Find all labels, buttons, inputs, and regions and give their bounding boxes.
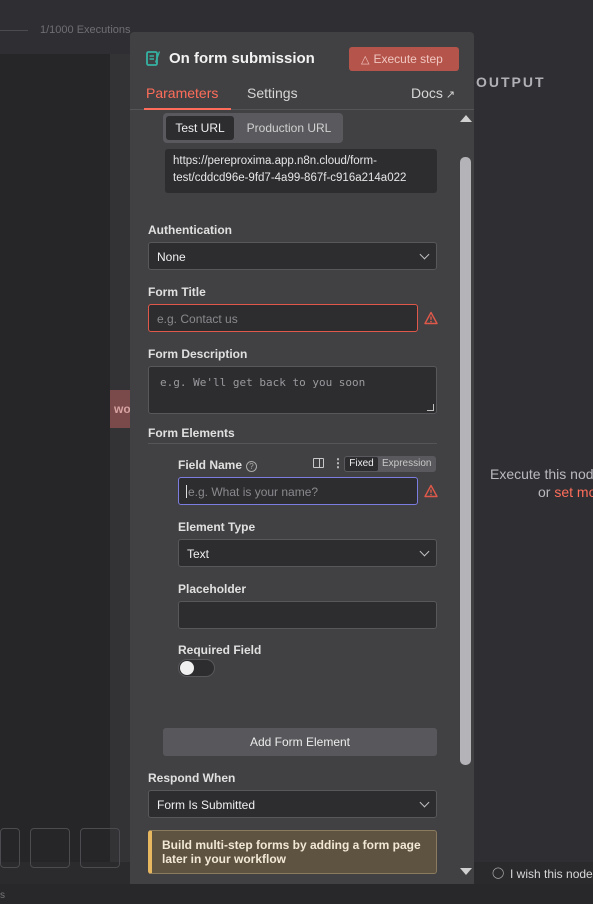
- feedback-text: I wish this node: [510, 867, 593, 881]
- field-name-label: Field Name?: [178, 458, 258, 472]
- flask-icon: △: [361, 54, 370, 66]
- webhook-url[interactable]: https://pereproxima.app.n8n.cloud/form-t…: [165, 149, 437, 193]
- bottom-bar: [0, 884, 593, 904]
- executions-progress-line: [0, 30, 28, 31]
- canvas-control-button[interactable]: [0, 828, 20, 868]
- tab-docs[interactable]: Docs ↗: [411, 85, 455, 110]
- scrollbar-thumb[interactable]: [460, 157, 471, 765]
- placeholder-label: Placeholder: [178, 582, 247, 596]
- tab-parameters[interactable]: Parameters: [144, 85, 231, 110]
- field-name-label-text: Field Name: [178, 458, 243, 472]
- output-panel: [474, 54, 593, 862]
- canvas-node[interactable]: wo: [110, 390, 130, 428]
- respond-when-select[interactable]: Form Is Submitted: [148, 790, 437, 818]
- node-title[interactable]: On form submission: [169, 50, 315, 67]
- execute-step-label: Execute step: [373, 52, 443, 66]
- fixed-mode-option[interactable]: Fixed: [345, 457, 378, 471]
- field-name-input[interactable]: e.g. What is your name?: [178, 477, 418, 505]
- respond-when-label: Respond When: [148, 771, 236, 785]
- multi-step-notice: Build multi-step forms by adding a form …: [148, 830, 437, 874]
- form-description-textarea[interactable]: e.g. We'll get back to you soon: [148, 366, 437, 414]
- form-trigger-icon: [146, 51, 160, 66]
- chevron-down-icon: [419, 249, 430, 260]
- bottom-bar-text: s: [0, 890, 5, 901]
- node-settings-panel: On form submission △ Execute step Paramet…: [130, 32, 474, 884]
- url-type-toggle: Test URL Production URL: [163, 113, 343, 143]
- parameters-scroll-area[interactable]: Test URL Production URL https://pereprox…: [130, 111, 458, 884]
- form-title-input[interactable]: e.g. Contact us: [148, 304, 418, 332]
- add-form-element-button[interactable]: Add Form Element: [163, 728, 437, 756]
- form-elements-label: Form Elements: [148, 426, 235, 440]
- respond-when-value: Form Is Submitted: [157, 798, 256, 812]
- canvas-control-button[interactable]: [30, 828, 70, 868]
- chevron-down-icon: [419, 797, 430, 808]
- element-type-value: Text: [187, 547, 210, 561]
- executions-counter: 1/1000 Executions: [40, 24, 131, 36]
- authentication-label: Authentication: [148, 223, 232, 237]
- more-options-icon[interactable]: ⋮: [332, 456, 344, 470]
- text-cursor: [186, 485, 187, 498]
- scroll-down-icon[interactable]: [460, 868, 472, 875]
- feedback-bar[interactable]: ◯ I wish this node: [474, 862, 593, 884]
- lightbulb-icon: ◯: [492, 867, 505, 879]
- form-title-label: Form Title: [148, 285, 206, 299]
- docs-label: Docs: [411, 85, 443, 101]
- tab-settings[interactable]: Settings: [247, 85, 298, 110]
- warning-icon: [424, 484, 438, 498]
- scrollbar[interactable]: [458, 111, 474, 884]
- authentication-value: None: [157, 250, 186, 264]
- external-link-icon: ↗: [445, 89, 456, 101]
- warning-icon: [424, 311, 438, 325]
- form-elements-divider: [148, 443, 437, 444]
- canvas-strip: [110, 54, 130, 862]
- execute-message-text: Execute this nod: [490, 466, 593, 482]
- field-actions: ⋮: [313, 456, 344, 471]
- form-description-label: Form Description: [148, 347, 248, 361]
- input-panel: [0, 54, 110, 862]
- scroll-up-icon[interactable]: [460, 115, 472, 122]
- execute-message-or: or: [538, 484, 555, 500]
- fixed-expression-toggle: Fixed Expression: [344, 456, 436, 472]
- field-name-placeholder: e.g. What is your name?: [188, 485, 319, 499]
- chevron-down-icon: [419, 546, 430, 557]
- test-url-option[interactable]: Test URL: [166, 116, 234, 140]
- set-mock-data-link[interactable]: set mo: [554, 484, 593, 500]
- element-type-select[interactable]: Text: [178, 539, 437, 567]
- authentication-select[interactable]: None: [148, 242, 437, 270]
- required-field-toggle[interactable]: [178, 659, 215, 677]
- panel-icon[interactable]: [313, 458, 324, 468]
- resize-handle-icon[interactable]: [427, 404, 434, 411]
- form-description-placeholder: e.g. We'll get back to you soon: [160, 376, 366, 389]
- expression-mode-option[interactable]: Expression: [382, 458, 431, 469]
- toggle-knob: [180, 661, 194, 675]
- question-icon[interactable]: ?: [246, 461, 258, 472]
- element-type-label: Element Type: [178, 520, 256, 534]
- canvas-control-button[interactable]: [80, 828, 120, 868]
- placeholder-input[interactable]: [178, 601, 437, 629]
- output-heading: OUTPUT: [476, 74, 546, 90]
- required-field-label: Required Field: [178, 643, 262, 657]
- execute-step-button[interactable]: △ Execute step: [349, 47, 459, 71]
- panel-header: On form submission △ Execute step Paramet…: [130, 32, 474, 110]
- execute-node-message: Execute this nod or set mo: [490, 465, 593, 501]
- panel-tabs: Parameters Settings Docs ↗: [130, 82, 474, 110]
- production-url-option[interactable]: Production URL: [239, 116, 339, 140]
